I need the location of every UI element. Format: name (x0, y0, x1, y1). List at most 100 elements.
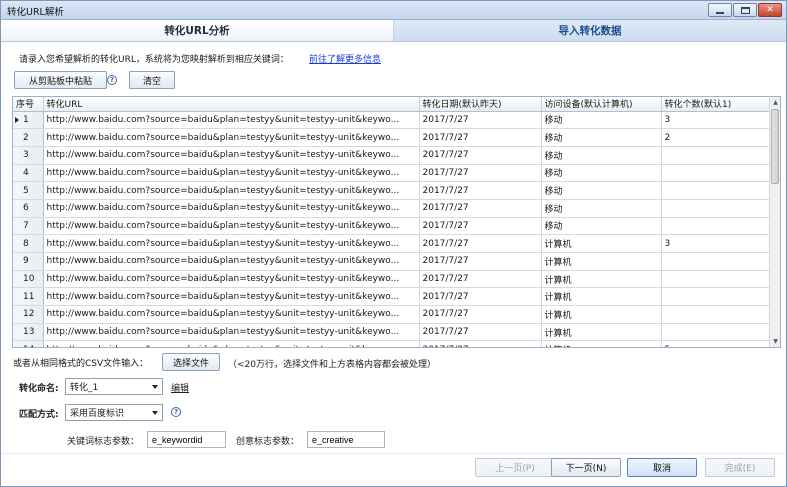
row-number-cell[interactable]: 1 (13, 111, 44, 130)
date-cell[interactable]: 2017/7/27 (419, 164, 542, 183)
device-cell[interactable]: 移动 (541, 111, 662, 130)
count-cell[interactable] (661, 199, 771, 218)
tab-import-data[interactable]: 导入转化数据 (394, 20, 786, 41)
row-number-cell[interactable]: 13 (13, 323, 44, 342)
conversion-name-select[interactable]: 转化_1 (65, 378, 163, 395)
count-cell[interactable] (661, 287, 771, 307)
row-number-cell[interactable]: 9 (13, 252, 44, 271)
scroll-thumb[interactable] (771, 109, 779, 184)
device-cell[interactable]: 移动 (541, 199, 662, 218)
device-cell[interactable]: 计算机 (541, 305, 662, 324)
table-row[interactable]: 14 http://www.baidu.com?source=baidu&plan… (13, 340, 771, 347)
count-cell[interactable]: 3 (661, 111, 771, 130)
device-cell[interactable]: 计算机 (541, 252, 662, 271)
row-number-cell[interactable]: 7 (13, 217, 44, 236)
device-cell[interactable]: 移动 (541, 181, 662, 200)
device-cell[interactable]: 计算机 (541, 340, 662, 347)
count-cell[interactable] (661, 164, 771, 183)
count-cell[interactable]: 3 (661, 234, 771, 253)
table-row[interactable]: 1 http://www.baidu.com?source=baidu&plan=… (13, 111, 771, 130)
url-cell[interactable]: http://www.baidu.com?source=baidu&plan=t… (43, 270, 420, 289)
url-cell[interactable]: http://www.baidu.com?source=baidu&plan=t… (43, 146, 420, 165)
match-mode-select[interactable]: 采用百度标识 (65, 404, 163, 421)
column-header[interactable]: 序号 (13, 97, 44, 112)
date-cell[interactable]: 2017/7/27 (419, 181, 542, 200)
column-header[interactable]: 转化个数(默认1) (661, 97, 771, 112)
device-cell[interactable]: 计算机 (541, 270, 662, 289)
creative-param-input[interactable] (307, 431, 385, 448)
device-cell[interactable]: 移动 (541, 164, 662, 183)
count-cell[interactable] (661, 252, 771, 271)
clear-button[interactable]: 清空 (129, 71, 175, 89)
date-cell[interactable]: 2017/7/27 (419, 323, 542, 342)
row-number-cell[interactable]: 14 (13, 340, 44, 347)
row-number-cell[interactable]: 11 (13, 287, 44, 307)
table-row[interactable]: 6 http://www.baidu.com?source=baidu&plan=… (13, 199, 771, 218)
scroll-up-icon[interactable]: ▲ (770, 97, 780, 108)
column-header[interactable]: 转化URL (43, 97, 420, 112)
device-cell[interactable]: 计算机 (541, 323, 662, 342)
date-cell[interactable]: 2017/7/27 (419, 252, 542, 271)
url-cell[interactable]: http://www.baidu.com?source=baidu&plan=t… (43, 287, 420, 307)
help-icon[interactable]: ? (107, 75, 117, 85)
count-cell[interactable] (661, 305, 771, 324)
count-cell[interactable] (661, 323, 771, 342)
row-number-cell[interactable]: 6 (13, 199, 44, 218)
paste-button[interactable]: 从剪贴板中粘贴 (14, 71, 107, 89)
url-cell[interactable]: http://www.baidu.com?source=baidu&plan=t… (43, 252, 420, 271)
help-icon[interactable]: ? (171, 407, 181, 417)
date-cell[interactable]: 2017/7/27 (419, 199, 542, 218)
url-cell[interactable]: http://www.baidu.com?source=baidu&plan=t… (43, 181, 420, 200)
count-cell[interactable] (661, 217, 771, 236)
date-cell[interactable]: 2017/7/27 (419, 340, 542, 347)
table-row[interactable]: 8 http://www.baidu.com?source=baidu&plan=… (13, 234, 771, 253)
maximize-button[interactable] (733, 3, 757, 17)
finish-button[interactable]: 完成(E) (705, 458, 775, 477)
row-number-cell[interactable]: 12 (13, 305, 44, 324)
url-cell[interactable]: http://www.baidu.com?source=baidu&plan=t… (43, 305, 420, 324)
tab-url-analysis[interactable]: 转化URL分析 (1, 20, 394, 41)
close-button[interactable]: ✕ (758, 3, 782, 17)
table-row[interactable]: 3 http://www.baidu.com?source=baidu&plan=… (13, 146, 771, 165)
column-header[interactable]: 访问设备(默认计算机) (541, 97, 662, 112)
date-cell[interactable]: 2017/7/27 (419, 234, 542, 253)
table-row[interactable]: 13 http://www.baidu.com?source=baidu&plan… (13, 323, 771, 342)
date-cell[interactable]: 2017/7/27 (419, 270, 542, 289)
count-cell[interactable]: 2 (661, 128, 771, 147)
table-row[interactable]: 9 http://www.baidu.com?source=baidu&plan=… (13, 252, 771, 271)
url-cell[interactable]: http://www.baidu.com?source=baidu&plan=t… (43, 199, 420, 218)
date-cell[interactable]: 2017/7/27 (419, 146, 542, 165)
table-row[interactable]: 2 http://www.baidu.com?source=baidu&plan=… (13, 128, 771, 147)
url-cell[interactable]: http://www.baidu.com?source=baidu&plan=t… (43, 164, 420, 183)
table-row[interactable]: 5 http://www.baidu.com?source=baidu&plan=… (13, 181, 771, 200)
url-cell[interactable]: http://www.baidu.com?source=baidu&plan=t… (43, 128, 420, 147)
learn-more-link[interactable]: 前往了解更多信息 (309, 52, 381, 65)
count-cell[interactable] (661, 270, 771, 289)
table-row[interactable]: 4 http://www.baidu.com?source=baidu&plan=… (13, 164, 771, 183)
row-number-cell[interactable]: 4 (13, 164, 44, 183)
url-cell[interactable]: http://www.baidu.com?source=baidu&plan=t… (43, 111, 420, 130)
row-number-cell[interactable]: 10 (13, 270, 44, 289)
cancel-button[interactable]: 取消 (627, 458, 697, 477)
url-cell[interactable]: http://www.baidu.com?source=baidu&plan=t… (43, 323, 420, 342)
vertical-scrollbar[interactable]: ▲ ▼ (769, 97, 780, 347)
keyword-param-input[interactable] (147, 431, 226, 448)
table-row[interactable]: 7 http://www.baidu.com?source=baidu&plan=… (13, 217, 771, 236)
row-number-cell[interactable]: 2 (13, 128, 44, 147)
date-cell[interactable]: 2017/7/27 (419, 287, 542, 307)
row-number-cell[interactable]: 8 (13, 234, 44, 253)
table-row[interactable]: 10 http://www.baidu.com?source=baidu&plan… (13, 270, 771, 289)
device-cell[interactable]: 移动 (541, 128, 662, 147)
count-cell[interactable] (661, 181, 771, 200)
next-button[interactable]: 下一页(N) (551, 458, 621, 477)
row-number-cell[interactable]: 3 (13, 146, 44, 165)
row-number-cell[interactable]: 5 (13, 181, 44, 200)
url-cell[interactable]: http://www.baidu.com?source=baidu&plan=t… (43, 340, 420, 347)
device-cell[interactable]: 计算机 (541, 234, 662, 253)
minimize-button[interactable] (708, 3, 732, 17)
device-cell[interactable]: 移动 (541, 146, 662, 165)
date-cell[interactable]: 2017/7/27 (419, 217, 542, 236)
table-row[interactable]: 11 http://www.baidu.com?source=baidu&plan… (13, 287, 771, 307)
count-cell[interactable]: 5 (661, 340, 771, 347)
table-row[interactable]: 12 http://www.baidu.com?source=baidu&plan… (13, 305, 771, 324)
